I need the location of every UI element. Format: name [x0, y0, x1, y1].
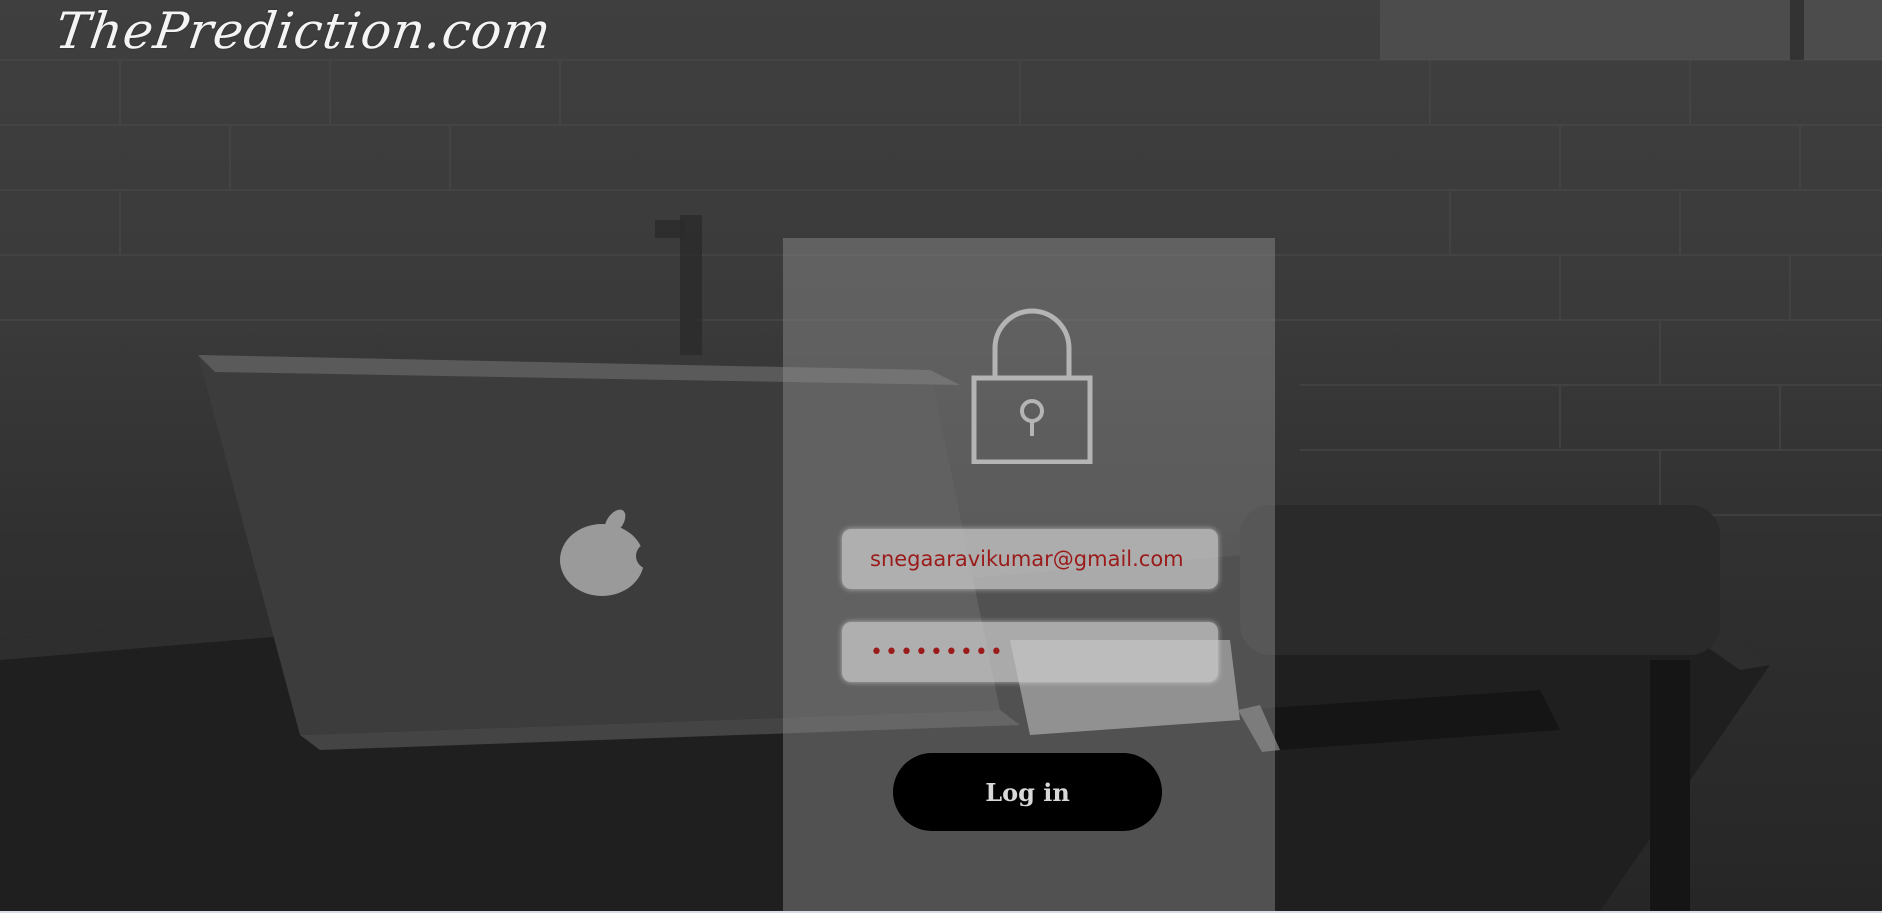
- padlock-icon: [971, 308, 1093, 464]
- login-button[interactable]: Log in: [893, 753, 1162, 831]
- site-logo: ThePrediction.com: [51, 2, 556, 60]
- password-field[interactable]: [842, 622, 1218, 682]
- login-panel: Log in: [783, 238, 1275, 911]
- email-field[interactable]: [842, 529, 1218, 589]
- login-page: ThePrediction.com Log in: [0, 0, 1882, 913]
